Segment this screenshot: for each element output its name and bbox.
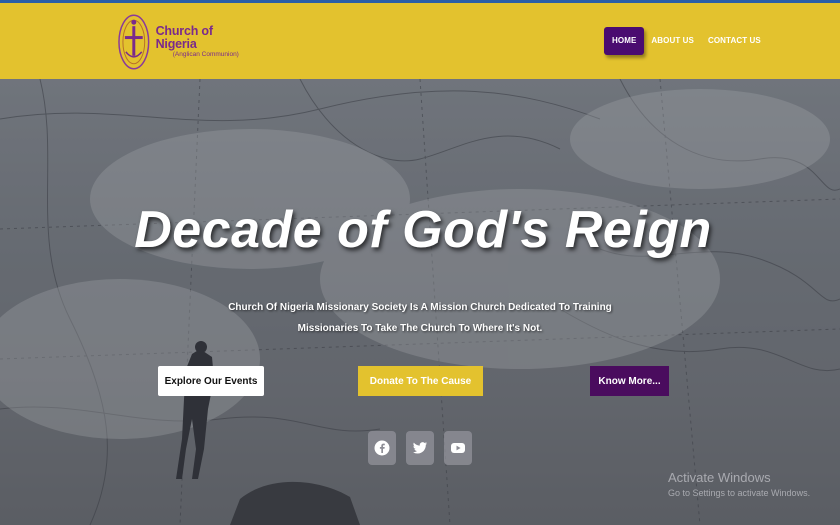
twitter-icon — [413, 442, 427, 454]
site-logo[interactable]: Church of Nigeria (Anglican Communion) — [116, 11, 256, 73]
nav-contact-us[interactable]: CONTACT US — [701, 27, 768, 55]
hero-headline: Decade of God's Reign — [134, 201, 712, 259]
hero-tagline: Church Of Nigeria Missionary Society Is … — [228, 302, 612, 334]
nav-home[interactable]: HOME — [604, 27, 645, 55]
watermark-title: Activate Windows — [668, 470, 771, 485]
facebook-link[interactable] — [368, 431, 396, 465]
donate-button[interactable]: Donate To The Cause — [358, 366, 483, 396]
explore-events-button[interactable]: Explore Our Events — [158, 366, 264, 396]
logo-wordmark: Church of Nigeria (Anglican Communion) — [156, 25, 256, 59]
facebook-icon — [374, 440, 390, 456]
youtube-link[interactable] — [444, 431, 472, 465]
church-seal-icon — [118, 14, 150, 70]
main-nav: HOME ABOUT US CONTACT US — [604, 27, 768, 55]
know-more-button[interactable]: Know More... — [590, 366, 669, 396]
watermark-subtitle: Go to Settings to activate Windows. — [668, 488, 811, 498]
nav-about-us[interactable]: ABOUT US — [644, 27, 701, 55]
logo-name: Church of Nigeria — [155, 24, 213, 51]
site-header: Church of Nigeria (Anglican Communion) H… — [0, 3, 840, 79]
hero-section: Decade of God's Reign Church Of Nigeria … — [0, 79, 840, 525]
youtube-icon — [451, 443, 465, 453]
logo-subtitle: (Anglican Communion) — [172, 51, 239, 59]
twitter-link[interactable] — [406, 431, 434, 465]
activate-windows-watermark: Activate Windows Go to Settings to activ… — [668, 470, 810, 498]
